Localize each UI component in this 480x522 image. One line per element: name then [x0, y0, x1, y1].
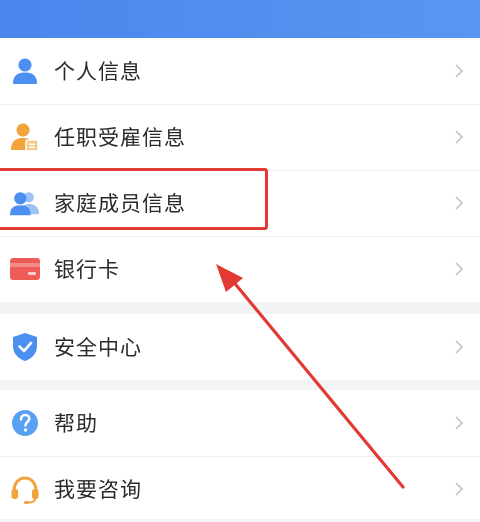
family-members-icon [10, 188, 40, 218]
chevron-right-icon [455, 416, 464, 430]
menu-group-support: 帮助 我要咨询 [0, 390, 480, 519]
menu-item-label: 家庭成员信息 [54, 192, 186, 216]
shield-check-icon [10, 332, 40, 362]
chevron-right-icon [455, 262, 464, 276]
menu-item-security-center[interactable]: 安全中心 [0, 314, 480, 380]
question-icon [10, 408, 40, 438]
menu-item-personal-info[interactable]: 个人信息 [0, 38, 480, 104]
bank-card-icon [10, 254, 40, 284]
menu-item-label: 银行卡 [54, 258, 120, 282]
chevron-right-icon [455, 64, 464, 78]
menu-item-label: 任职受雇信息 [54, 126, 186, 150]
menu-item-employment-info[interactable]: 任职受雇信息 [0, 104, 480, 170]
employee-badge-icon [10, 122, 40, 152]
chevron-right-icon [455, 130, 464, 144]
chevron-right-icon [455, 482, 464, 496]
menu-group-security: 安全中心 [0, 314, 480, 380]
chevron-right-icon [455, 196, 464, 210]
menu-item-label: 个人信息 [54, 60, 142, 84]
chevron-right-icon [455, 340, 464, 354]
top-app-bar [0, 0, 480, 38]
user-icon [10, 56, 40, 86]
menu-item-bank-card[interactable]: 银行卡 [0, 236, 480, 302]
headset-icon [10, 474, 40, 504]
menu-group-profile: 个人信息 任职受雇信息 家庭成员信息 银行卡 [0, 38, 480, 302]
menu-item-consult[interactable]: 我要咨询 [0, 456, 480, 522]
menu-item-label: 帮助 [54, 412, 98, 436]
menu-item-label: 安全中心 [54, 336, 142, 360]
menu-item-help[interactable]: 帮助 [0, 390, 480, 456]
menu-item-label: 我要咨询 [54, 478, 142, 502]
menu-item-family-members[interactable]: 家庭成员信息 [0, 170, 480, 236]
